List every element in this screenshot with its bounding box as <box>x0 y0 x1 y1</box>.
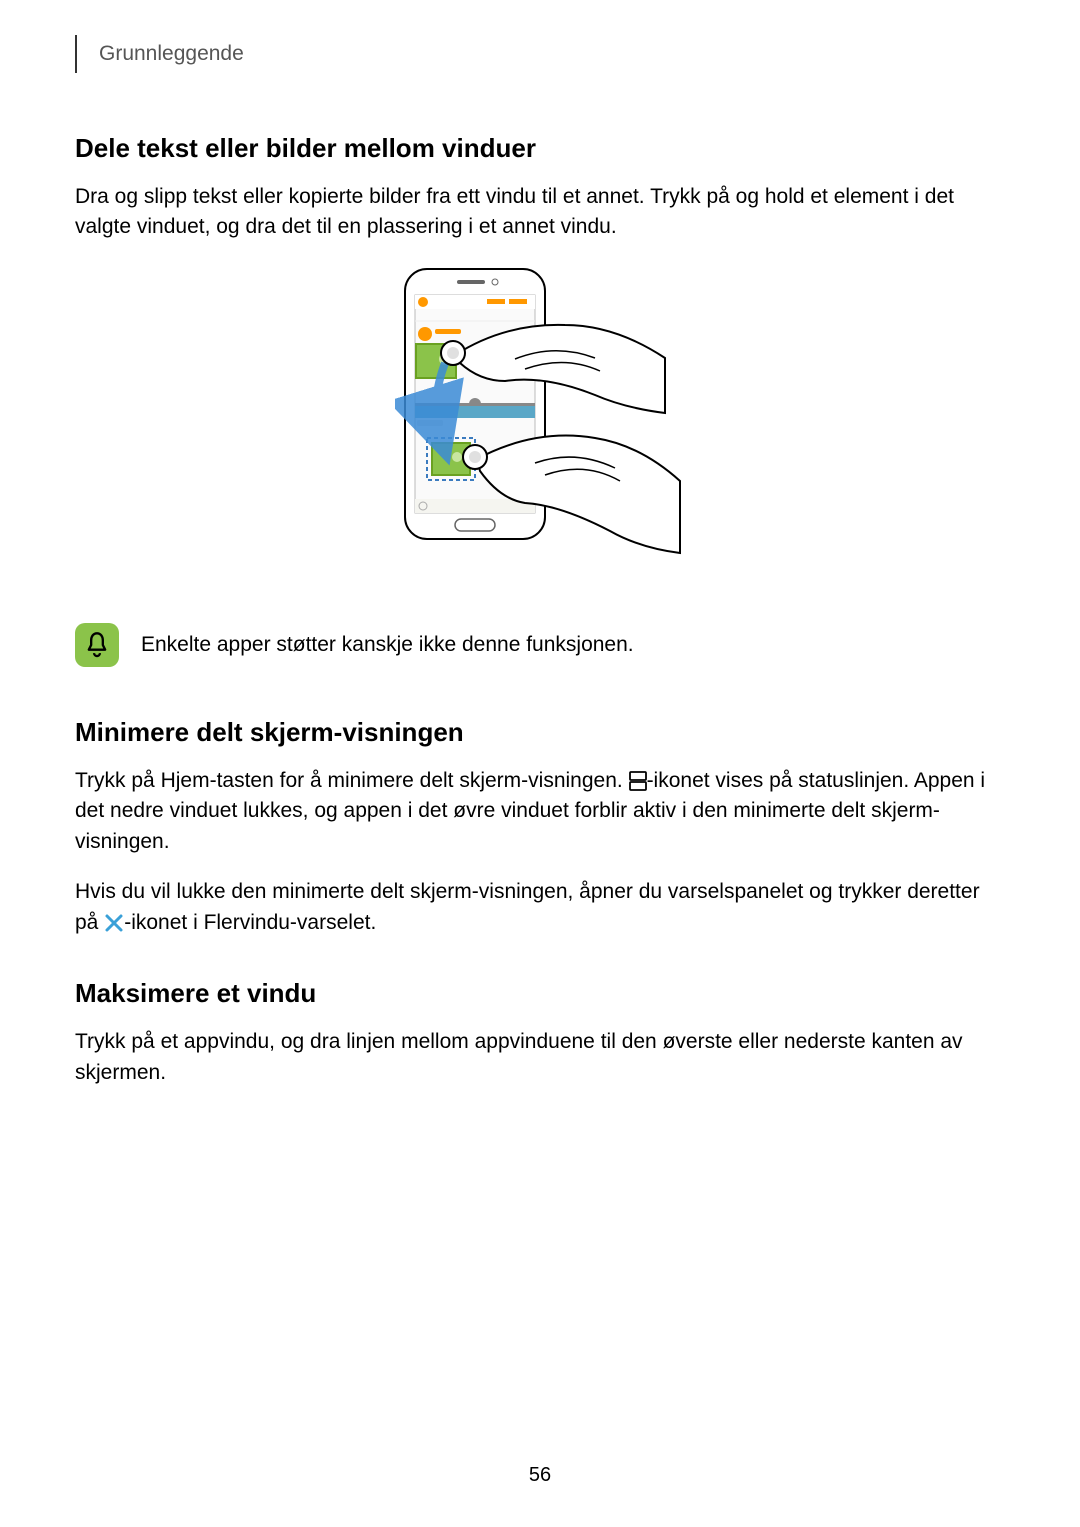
bell-icon <box>75 623 119 667</box>
page-number: 56 <box>0 1464 1080 1487</box>
document-page: Grunnleggende Dele tekst eller bilder me… <box>0 0 1080 1168</box>
splitscreen-icon <box>629 771 647 791</box>
note-row: Enkelte apper støtter kanskje ikke denne… <box>75 623 1005 667</box>
heading-minimize: Minimere delt skjerm-visningen <box>75 717 1005 748</box>
text-maximize-body: Trykk på et appvindu, og dra linjen mell… <box>75 1027 1005 1088</box>
page-header: Grunnleggende <box>75 35 1005 73</box>
close-x-icon <box>104 913 124 933</box>
text-minimize-p1: Trykk på Hjem-tasten for å minimere delt… <box>75 766 1005 857</box>
text-minimize-p1a: Trykk på Hjem-tasten for å minimere delt… <box>75 769 629 792</box>
text-minimize-p2b: -ikonet i Flervindu-varselet. <box>124 911 376 934</box>
heading-maximize: Maksimere et vindu <box>75 978 1005 1009</box>
header-rule <box>75 35 77 73</box>
text-minimize-p2: Hvis du vil lukke den minimerte delt skj… <box>75 877 1005 938</box>
section-share: Dele tekst eller bilder mellom vinduer D… <box>75 133 1005 667</box>
note-text: Enkelte apper støtter kanskje ikke denne… <box>141 633 634 657</box>
phone-gesture-illustration <box>395 263 685 583</box>
section-minimize: Minimere delt skjerm-visningen Trykk på … <box>75 717 1005 938</box>
text-share-body: Dra og slipp tekst eller kopierte bilder… <box>75 182 1005 243</box>
heading-share: Dele tekst eller bilder mellom vinduer <box>75 133 1005 164</box>
header-section-label: Grunnleggende <box>99 42 244 66</box>
illustration-drag-drop <box>75 263 1005 583</box>
section-maximize: Maksimere et vindu Trykk på et appvindu,… <box>75 978 1005 1088</box>
